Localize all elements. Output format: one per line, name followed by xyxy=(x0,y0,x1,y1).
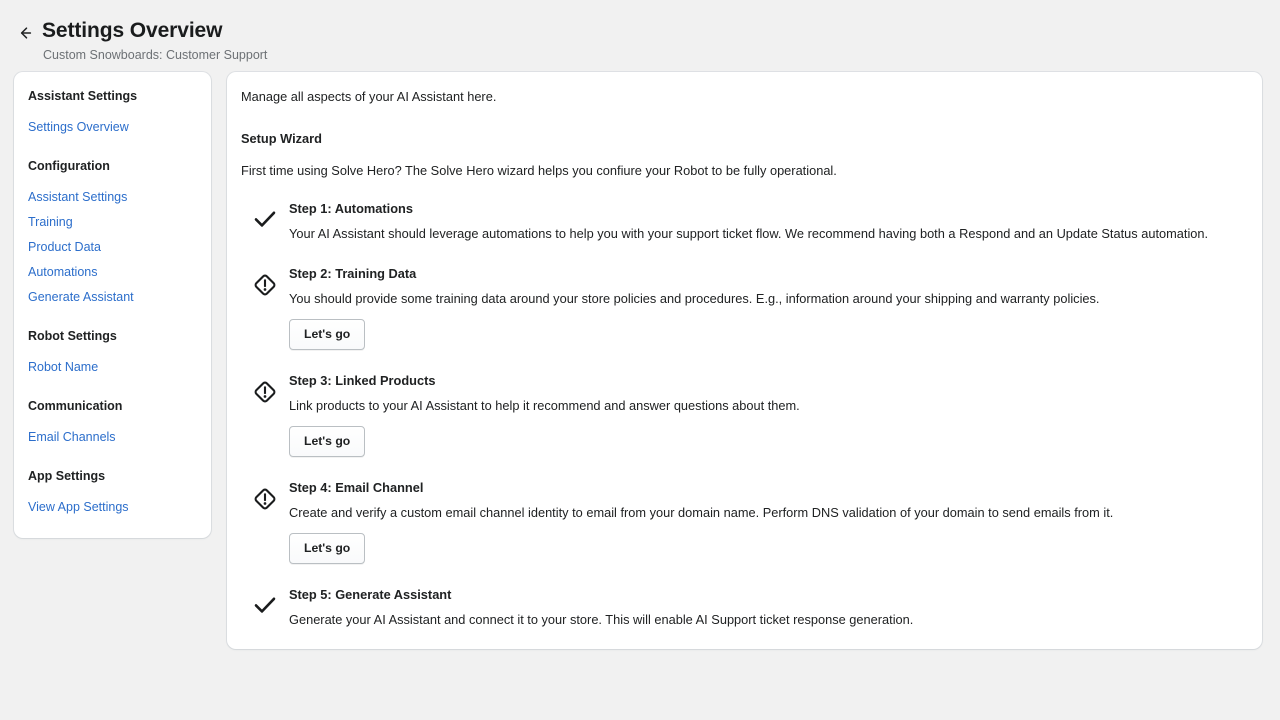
settings-main-card: Manage all aspects of your AI Assistant … xyxy=(227,72,1262,649)
wizard-step: Step 1: Automations Your AI Assistant sh… xyxy=(241,200,1244,243)
wizard-step-description: Generate your AI Assistant and connect i… xyxy=(289,611,1244,629)
alert-diamond-icon xyxy=(241,265,289,299)
wizard-step-title: Step 3: Linked Products xyxy=(289,372,1244,390)
sidebar-link-view-app-settings[interactable]: View App Settings xyxy=(26,495,195,520)
alert-diamond-icon xyxy=(241,372,289,406)
lets-go-button-email-channel[interactable]: Let's go xyxy=(289,533,365,564)
wizard-step-title: Step 4: Email Channel xyxy=(289,479,1244,497)
intro-text: Manage all aspects of your AI Assistant … xyxy=(241,88,1244,106)
wizard-step-body: Step 2: Training Data You should provide… xyxy=(289,265,1244,350)
sidebar-link-email-channels[interactable]: Email Channels xyxy=(26,425,195,450)
alert-diamond-icon xyxy=(241,479,289,513)
nav-heading: App Settings xyxy=(26,468,195,485)
sidebar-link-automations[interactable]: Automations xyxy=(26,260,195,285)
wizard-step-description: Your AI Assistant should leverage automa… xyxy=(289,225,1244,243)
setup-wizard-title: Setup Wizard xyxy=(241,130,1244,148)
wizard-step-description: Create and verify a custom email channel… xyxy=(289,504,1244,522)
page-layout: Assistant Settings Settings Overview Con… xyxy=(0,72,1280,649)
wizard-step-body: Step 3: Linked Products Link products to… xyxy=(289,372,1244,457)
page-title: Settings Overview xyxy=(42,18,267,44)
lets-go-button-linked-products[interactable]: Let's go xyxy=(289,426,365,457)
wizard-step-description: Link products to your AI Assistant to he… xyxy=(289,397,1244,415)
settings-overview-page: Settings Overview Custom Snowboards: Cus… xyxy=(0,0,1280,720)
nav-heading: Configuration xyxy=(26,158,195,175)
wizard-step: Step 3: Linked Products Link products to… xyxy=(241,372,1244,457)
settings-sidebar: Assistant Settings Settings Overview Con… xyxy=(14,72,211,538)
nav-heading: Assistant Settings xyxy=(26,88,195,105)
wizard-step-body: Step 5: Generate Assistant Generate your… xyxy=(289,586,1244,629)
page-header: Settings Overview Custom Snowboards: Cus… xyxy=(0,0,1280,72)
nav-group: Configuration Assistant Settings Trainin… xyxy=(26,158,195,310)
sidebar-link-generate-assistant[interactable]: Generate Assistant xyxy=(26,285,195,310)
back-arrow-icon[interactable] xyxy=(14,20,36,46)
nav-group: Robot Settings Robot Name xyxy=(26,328,195,380)
setup-wizard-steps: Step 1: Automations Your AI Assistant sh… xyxy=(241,200,1244,629)
wizard-step: Step 4: Email Channel Create and verify … xyxy=(241,479,1244,564)
nav-group: Assistant Settings Settings Overview xyxy=(26,88,195,140)
sidebar-link-settings-overview[interactable]: Settings Overview xyxy=(26,115,195,140)
wizard-step-body: Step 4: Email Channel Create and verify … xyxy=(289,479,1244,564)
wizard-step-title: Step 1: Automations xyxy=(289,200,1244,218)
check-icon xyxy=(241,200,289,232)
sidebar-link-robot-name[interactable]: Robot Name xyxy=(26,355,195,380)
nav-heading: Communication xyxy=(26,398,195,415)
check-icon xyxy=(241,586,289,618)
wizard-step-description: You should provide some training data ar… xyxy=(289,290,1244,308)
header-text-block: Settings Overview Custom Snowboards: Cus… xyxy=(42,18,267,63)
nav-group: App Settings View App Settings xyxy=(26,468,195,520)
sidebar-link-training[interactable]: Training xyxy=(26,210,195,235)
wizard-step-title: Step 2: Training Data xyxy=(289,265,1244,283)
nav-group: Communication Email Channels xyxy=(26,398,195,450)
wizard-step-title: Step 5: Generate Assistant xyxy=(289,586,1244,604)
page-subtitle: Custom Snowboards: Customer Support xyxy=(43,47,267,63)
lets-go-button-training-data[interactable]: Let's go xyxy=(289,319,365,350)
wizard-step: Step 2: Training Data You should provide… xyxy=(241,265,1244,350)
sidebar-link-product-data[interactable]: Product Data xyxy=(26,235,195,260)
wizard-step: Step 5: Generate Assistant Generate your… xyxy=(241,586,1244,629)
nav-heading: Robot Settings xyxy=(26,328,195,345)
wizard-step-body: Step 1: Automations Your AI Assistant sh… xyxy=(289,200,1244,243)
setup-wizard-description: First time using Solve Hero? The Solve H… xyxy=(241,162,1244,180)
sidebar-link-assistant-settings[interactable]: Assistant Settings xyxy=(26,185,195,210)
